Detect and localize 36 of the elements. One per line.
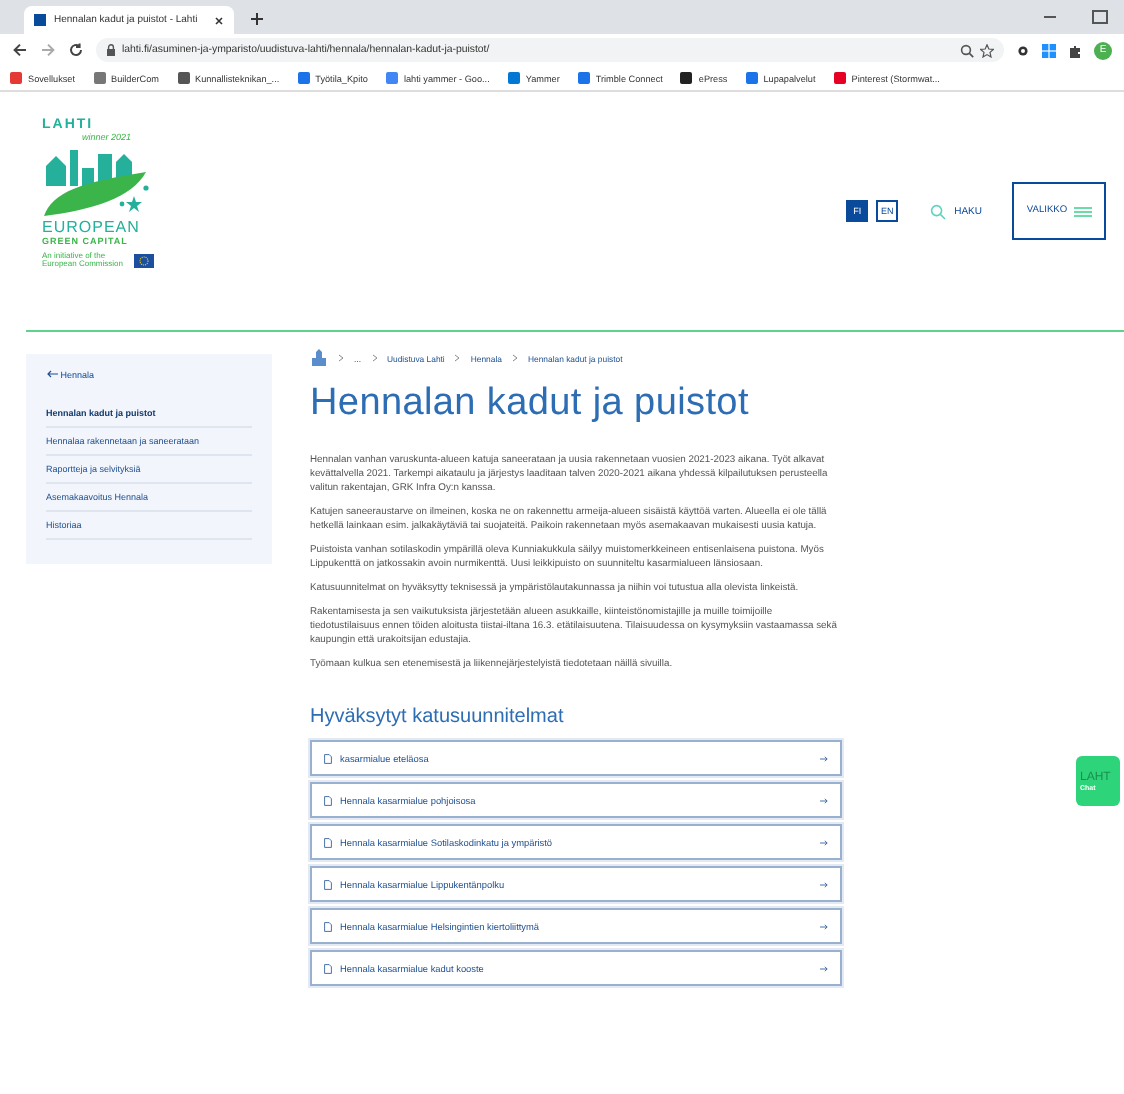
- maximize-icon[interactable]: [1092, 10, 1108, 24]
- back-icon[interactable]: [12, 42, 28, 58]
- document-icon: [324, 963, 332, 973]
- search-icon: [930, 203, 947, 219]
- page-title: Hennalan kadut ja puistot: [310, 382, 751, 426]
- arrow-right-icon: [820, 965, 828, 971]
- windows-logo-icon[interactable]: [1042, 43, 1056, 57]
- document-icon: [324, 753, 332, 763]
- close-icon[interactable]: [214, 15, 224, 25]
- arrow-right-icon: [820, 755, 828, 761]
- home-building-icon[interactable]: [310, 348, 328, 368]
- arrow-left-icon: [46, 370, 58, 378]
- arrow-right-icon: [820, 797, 828, 803]
- reload-icon[interactable]: [68, 42, 84, 58]
- chevron-right-icon: [511, 354, 518, 362]
- document-icon: [324, 921, 332, 931]
- site-favicon-icon: [34, 14, 46, 26]
- document-icon: [324, 795, 332, 805]
- chevron-right-icon: [454, 354, 461, 362]
- chevron-right-icon: [371, 354, 377, 362]
- zoom-icon[interactable]: [960, 43, 974, 57]
- section-heading: Hyväksytyt katusuunnitelmat: [310, 706, 566, 728]
- document-icon: [324, 837, 332, 847]
- arrow-right-icon: [820, 839, 828, 845]
- lock-icon: [106, 44, 116, 56]
- extension-icon[interactable]: [1016, 43, 1030, 57]
- chevron-right-icon: [338, 354, 344, 362]
- star-icon[interactable]: [980, 43, 994, 57]
- arrow-right-icon: [820, 923, 828, 929]
- menu-icon: [1073, 205, 1092, 217]
- new-tab-icon[interactable]: [250, 12, 264, 26]
- puzzle-icon[interactable]: [1068, 43, 1082, 57]
- arrow-right-icon: [820, 881, 828, 887]
- eu-flag-icon: [134, 253, 154, 268]
- document-icon: [324, 879, 332, 889]
- logo-european-text: EUROPEAN: [42, 218, 142, 236]
